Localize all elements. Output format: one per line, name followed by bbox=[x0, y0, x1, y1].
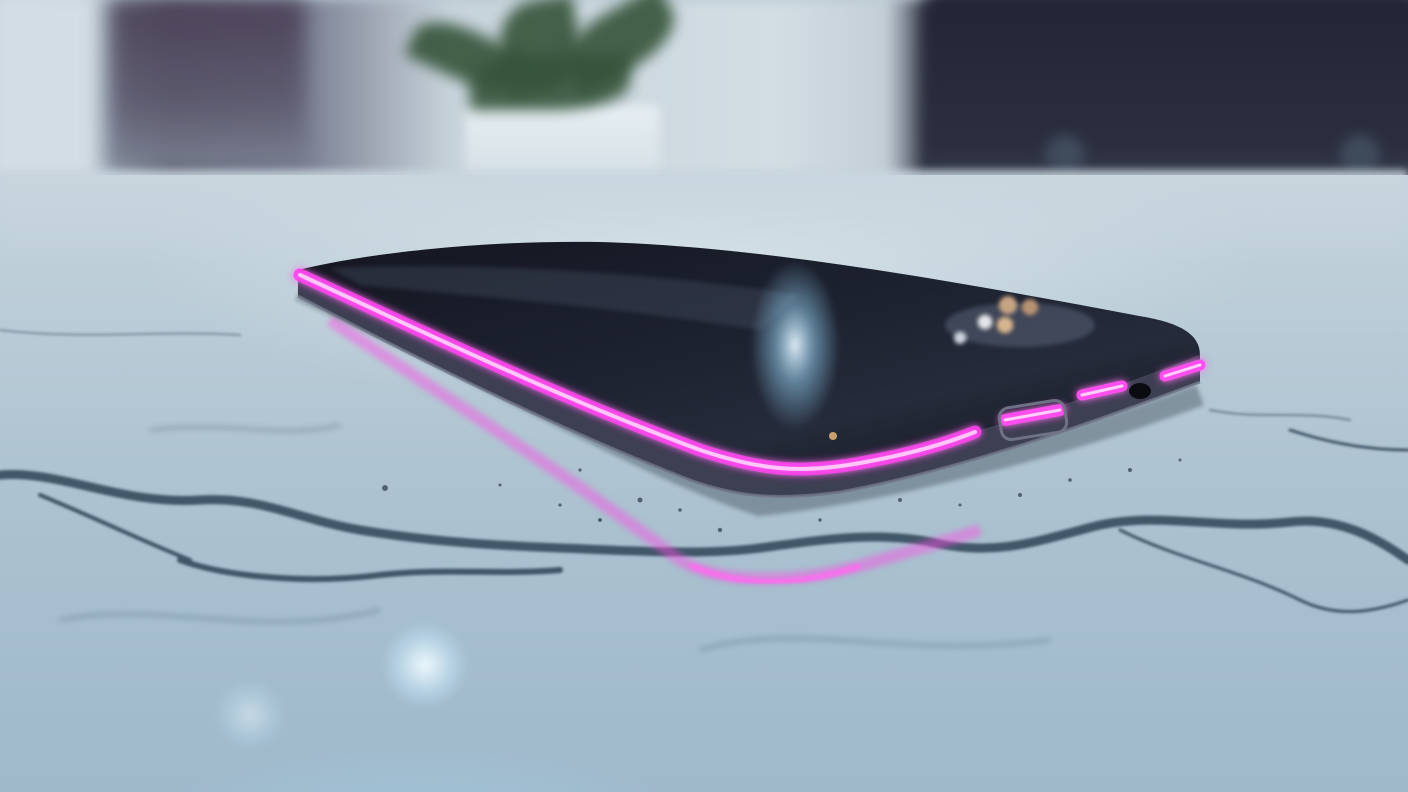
smartphone bbox=[293, 241, 1206, 517]
photo-scene bbox=[0, 0, 1408, 792]
